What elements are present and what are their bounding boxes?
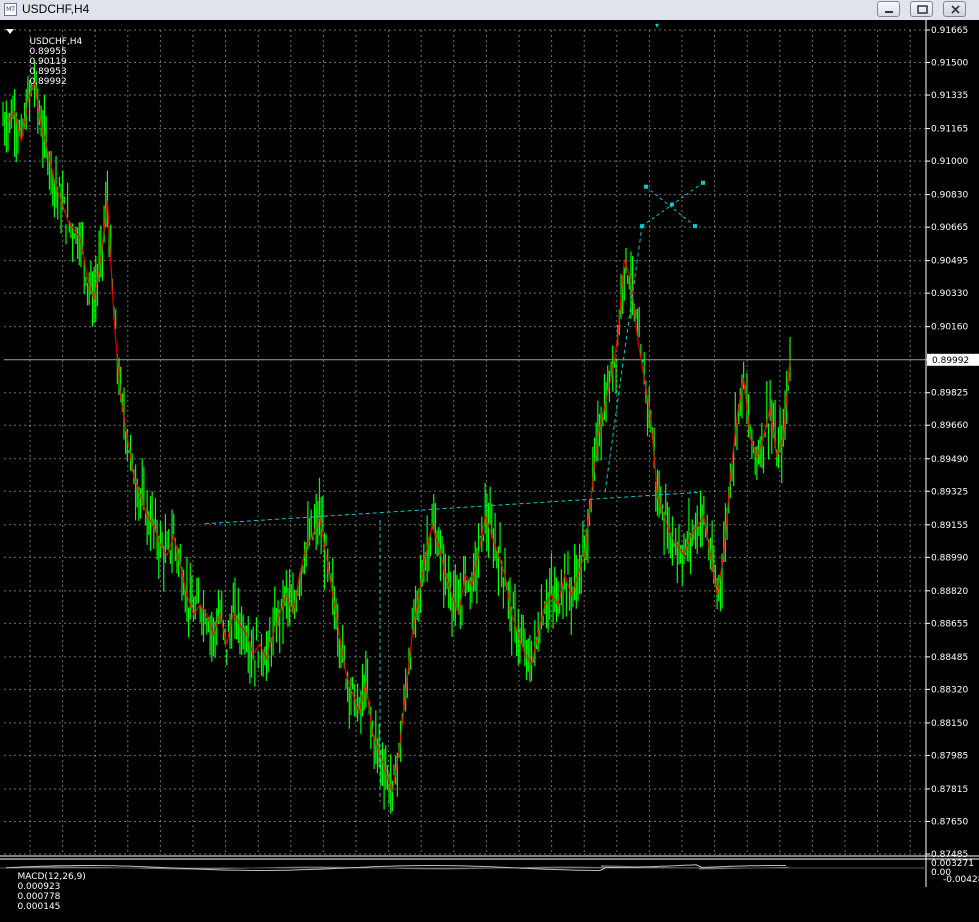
dropdown-arrow-icon[interactable] (6, 29, 14, 34)
y-tick-label: 0.89490 (931, 455, 968, 465)
ohlc-info-line: USDCHF,H4 0.89955 0.90119 0.89953 0.8999… (18, 27, 82, 97)
y-tick-label: 0.90830 (931, 191, 968, 201)
y-tick-label: 0.91500 (931, 59, 968, 69)
y-tick-label: 0.88150 (931, 719, 968, 729)
y-tick-label: 0.91165 (931, 125, 968, 135)
y-tick-label: 0.89660 (931, 421, 968, 431)
macd-info-line: MACD(12,26,9) 0.000923 0.000778 0.000145 (6, 862, 86, 922)
close-button[interactable] (943, 1, 966, 17)
info-symbol: USDCHF,H4 (29, 37, 83, 47)
y-tick-label: 0.88655 (931, 619, 968, 629)
y-tick-label: 0.87985 (931, 751, 968, 761)
y-tick-label: 0.88820 (931, 587, 968, 597)
minimize-button[interactable] (877, 1, 900, 17)
y-tick-label: 0.91335 (931, 91, 968, 101)
trendline-anchor-point (701, 180, 705, 185)
macd-histogram: 0.000145 (17, 902, 61, 912)
y-tick-label: 0.87815 (931, 785, 968, 795)
minimize-icon (885, 11, 893, 13)
price-chart[interactable]: 0.91665 0.91500 0.91335 0.91165 0.91000 0.908… (0, 20, 979, 887)
info-open: 0.89955 (29, 47, 67, 57)
close-icon (951, 5, 960, 14)
y-tick-label: 0.90160 (931, 323, 968, 333)
info-close: 0.89992 (29, 77, 67, 87)
y-tick-label: 0.91000 (931, 157, 968, 167)
macd-label: MACD(12,26,9) (17, 872, 86, 882)
info-low: 0.89953 (29, 67, 67, 77)
window-titlebar[interactable]: MT USDCHF,H4 (0, 0, 979, 21)
trendline-anchor-point (640, 224, 644, 229)
macd-scale-bottom: -0.00428 (943, 875, 979, 885)
y-tick-label: 0.88320 (931, 685, 968, 695)
scroll-marker: ▾ (655, 21, 659, 30)
y-tick-label: 0.88990 (931, 553, 968, 563)
trendline-anchor-point (644, 184, 648, 189)
y-tick-label: 0.89825 (931, 389, 968, 399)
window-title: USDCHF,H4 (22, 2, 90, 16)
y-tick-label: 0.91665 (931, 26, 968, 36)
info-high: 0.90119 (29, 57, 67, 67)
neckline-trendline (204, 491, 701, 525)
trendline-anchor-point (670, 202, 674, 207)
macd-signal: 0.000778 (17, 892, 61, 902)
chart-frame[interactable]: 0.91665 0.91500 0.91335 0.91165 0.91000 0.908… (0, 20, 979, 912)
app-icon: MT (4, 3, 17, 16)
y-tick-label: 0.89325 (931, 487, 968, 497)
maximize-button[interactable] (910, 1, 933, 17)
current-price-label: 0.89992 (932, 356, 969, 366)
maximize-icon (917, 5, 928, 14)
y-tick-label: 0.87650 (931, 817, 968, 827)
y-tick-label: 0.88485 (931, 653, 968, 663)
y-tick-label: 0.89155 (931, 521, 968, 531)
y-tick-label: 0.90330 (931, 289, 968, 299)
y-tick-label: 0.90495 (931, 257, 968, 267)
y-tick-label: 0.90665 (931, 223, 968, 233)
macd-main: 0.000923 (17, 882, 61, 892)
trendline-anchor-point (693, 224, 697, 229)
